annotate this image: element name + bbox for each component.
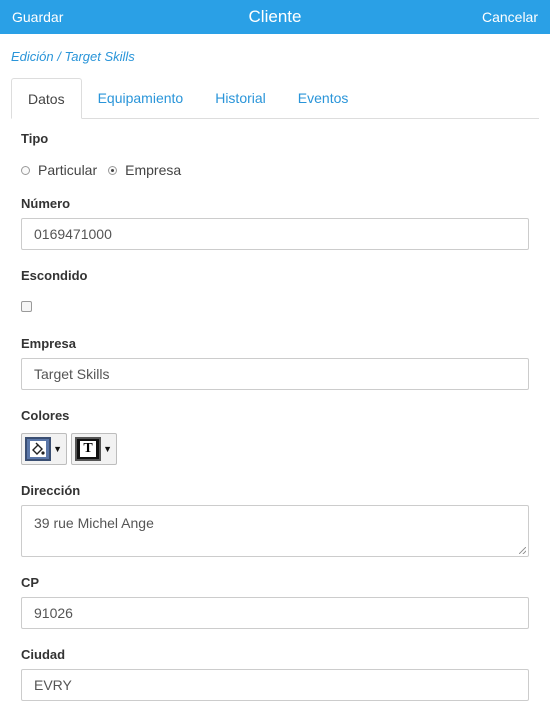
tipo-label: Tipo (21, 131, 49, 146)
resize-handle[interactable] (519, 547, 526, 554)
cp-label: CP (21, 575, 40, 590)
radio-empresa-label: Empresa (125, 162, 182, 178)
save-button[interactable]: Guardar (12, 9, 63, 25)
cp-field[interactable]: 91026 (21, 597, 529, 629)
tipo-radio-group: Particular Empresa (21, 162, 529, 178)
ciudad-label: Ciudad (21, 647, 66, 662)
chevron-down-icon: ▼ (53, 444, 62, 454)
tab-bar: Datos Equipamiento Historial Eventos (11, 78, 539, 119)
tab-datos[interactable]: Datos (11, 78, 82, 119)
background-color-picker[interactable]: ▼ (21, 433, 67, 465)
top-bar: Guardar Cliente Cancelar (0, 0, 550, 34)
cancel-button[interactable]: Cancelar (482, 9, 538, 25)
radio-empresa[interactable]: Empresa (108, 162, 181, 178)
radio-particular[interactable]: Particular (21, 162, 97, 178)
breadcrumb[interactable]: Edición / Target Skills (0, 34, 550, 69)
radio-empresa-input[interactable] (108, 165, 118, 175)
colores-label: Colores (21, 408, 70, 423)
numero-field[interactable]: 0169471000 (21, 218, 529, 250)
client-form: Tipo Particular Empresa Número 016947100… (0, 131, 550, 701)
text-color-picker[interactable]: T ▼ (71, 433, 117, 465)
tab-historial[interactable]: Historial (199, 78, 282, 118)
empresa-label: Empresa (21, 336, 76, 351)
text-color-icon: T (75, 437, 101, 461)
tab-equipamiento[interactable]: Equipamiento (82, 78, 200, 118)
escondido-label: Escondido (21, 268, 88, 283)
page-title: Cliente (248, 7, 302, 26)
direccion-value: 39 rue Michel Ange (34, 515, 154, 531)
direccion-label: Dirección (21, 483, 81, 498)
ciudad-field[interactable]: EVRY (21, 669, 529, 701)
paint-bucket-icon (25, 437, 51, 461)
chevron-down-icon: ▼ (103, 444, 112, 454)
escondido-checkbox[interactable] (21, 301, 32, 312)
tab-eventos[interactable]: Eventos (282, 78, 365, 118)
direccion-field[interactable]: 39 rue Michel Ange (21, 505, 529, 557)
radio-particular-label: Particular (38, 162, 98, 178)
empresa-field[interactable]: Target Skills (21, 358, 529, 390)
numero-label: Número (21, 196, 71, 211)
radio-particular-input[interactable] (21, 165, 30, 175)
color-pickers: ▼ T ▼ (21, 433, 529, 465)
